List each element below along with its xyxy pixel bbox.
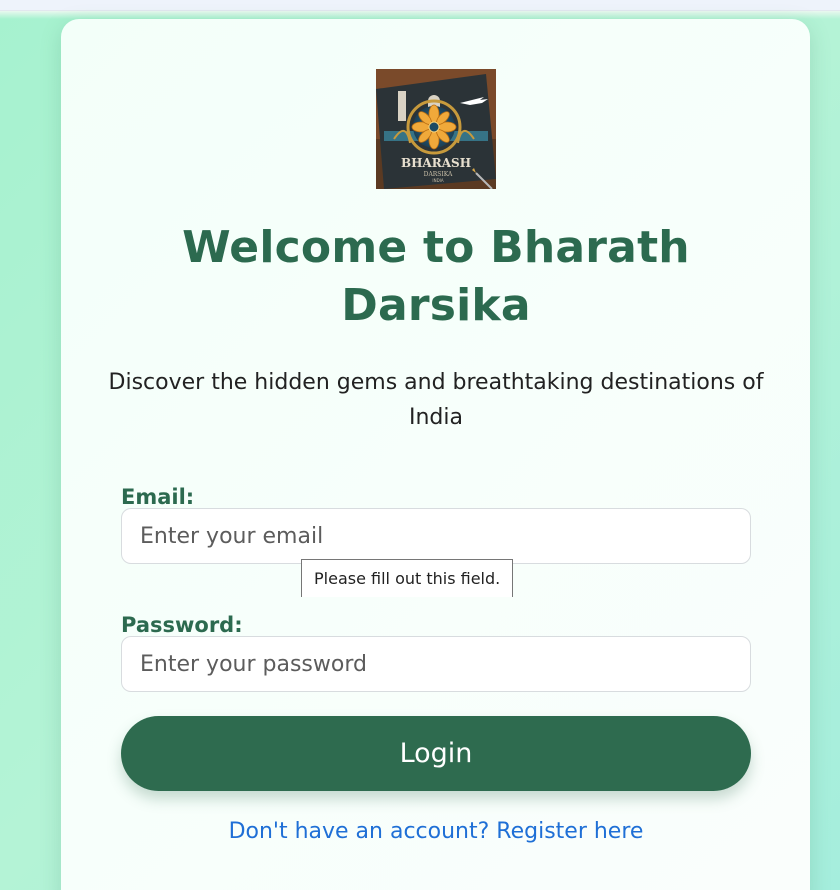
logo-title-text: BHARASH	[401, 156, 471, 170]
password-label: Password:	[121, 613, 243, 637]
register-link[interactable]: Don't have an account? Register here	[121, 819, 751, 844]
login-button[interactable]: Login	[121, 716, 751, 791]
logo-subtext: DARSIKA	[424, 171, 453, 178]
password-field[interactable]	[121, 636, 751, 692]
browser-strip-shadow	[0, 11, 840, 19]
logo-country-text: INDIA	[432, 178, 443, 183]
email-label: Email:	[121, 485, 195, 509]
login-card: BHARASH DARSIKA INDIA Welcome to Bharath…	[61, 19, 810, 890]
browser-top-strip	[0, 0, 840, 19]
email-field[interactable]	[121, 508, 751, 564]
validation-tooltip: Please fill out this field.	[301, 559, 514, 597]
page-title: Welcome to Bharath Darsika	[182, 222, 690, 331]
brand-logo: BHARASH DARSIKA INDIA	[376, 69, 496, 189]
logo-image: BHARASH DARSIKA INDIA	[376, 69, 496, 189]
page-subtitle: Discover the hidden gems and breathtakin…	[108, 370, 764, 430]
